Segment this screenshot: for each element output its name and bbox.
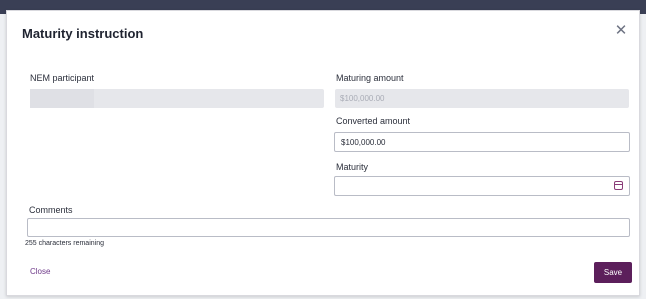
save-button[interactable]: Save (594, 262, 632, 283)
maturing-amount-value: $100,000.00 (340, 94, 385, 103)
nem-participant-label: NEM participant (30, 73, 95, 83)
close-icon[interactable]: ✕ (614, 23, 628, 38)
comments-input[interactable] (27, 218, 630, 237)
maturity-label: Maturity (336, 162, 369, 172)
maturing-amount-label: Maturing amount (336, 73, 404, 83)
characters-remaining: 255 characters remaining (25, 240, 104, 247)
maturing-amount-field: $100,000.00 (335, 89, 629, 108)
close-link[interactable]: Close (30, 267, 50, 276)
maturity-instruction-dialog (6, 10, 640, 296)
maturity-date-input[interactable] (334, 176, 630, 196)
converted-amount-label: Converted amount (336, 116, 411, 126)
nem-participant-value (30, 89, 94, 108)
converted-amount-value: $100,000.00 (341, 138, 386, 147)
comments-label: Comments (29, 205, 73, 215)
calendar-icon[interactable] (614, 181, 623, 190)
dialog-title: Maturity instruction (22, 26, 144, 41)
converted-amount-input[interactable]: $100,000.00 (334, 132, 630, 152)
nem-participant-field (30, 89, 324, 108)
